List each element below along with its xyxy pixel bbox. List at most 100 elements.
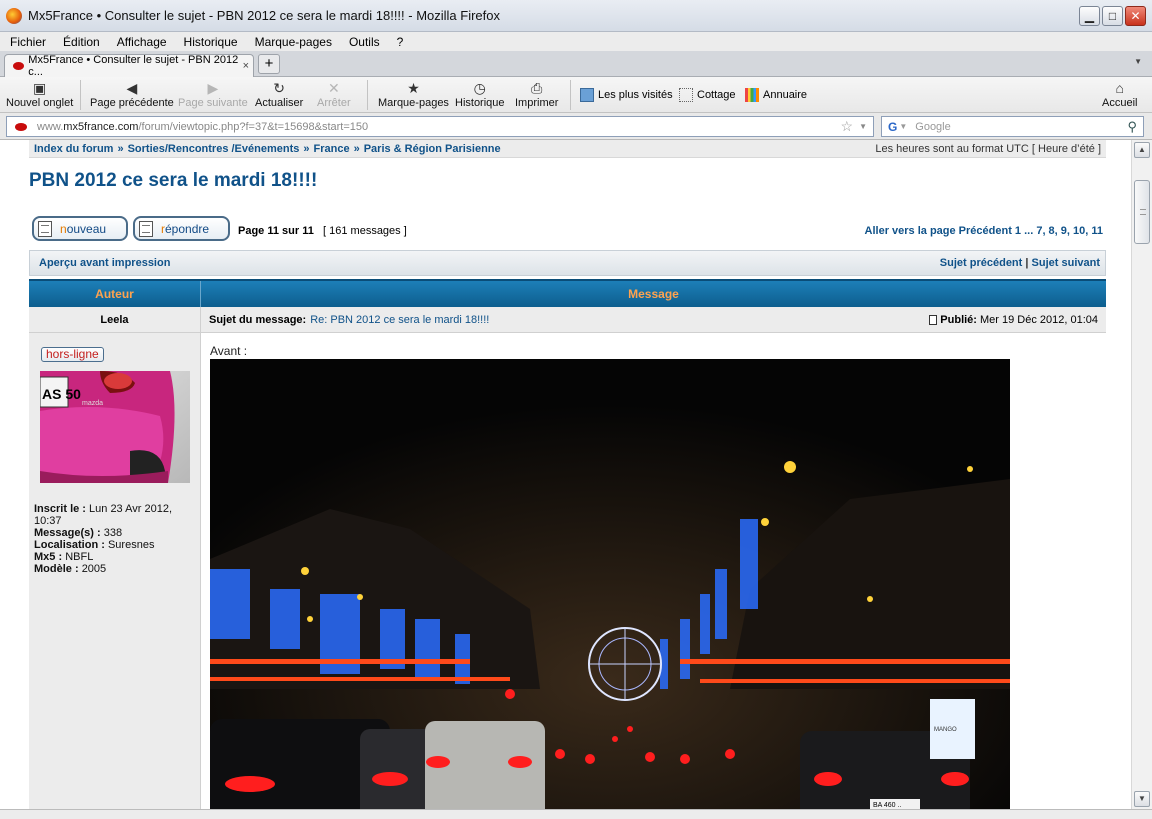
menu-fichier[interactable]: Fichier [0, 35, 53, 49]
new-tab-toolbar-button[interactable]: ▣ Nouvel onglet [6, 80, 73, 109]
status-bar [0, 809, 1152, 819]
reply-button[interactable]: r épondre [133, 216, 230, 241]
post-image[interactable]: MANGO BA 460 .. [210, 359, 1010, 809]
post-message: Avant : MANGO BA 460 .. [201, 333, 1106, 809]
search-placeholder: Google [915, 120, 951, 133]
site-favicon-icon [13, 62, 25, 70]
back-arrow-icon: ◀ [126, 80, 138, 96]
history-button[interactable]: ◷ Historique [455, 80, 505, 109]
post-body-row: hors-ligne AS 50 mazda Inscrit le: Lun … [29, 333, 1106, 809]
bookmark-most-visited[interactable]: Les plus visités [580, 88, 673, 102]
url-toolbar: www. mx5france.com/forum/viewtopic.php?f=… [0, 113, 1152, 140]
navigation-toolbar: ▣ Nouvel onglet ◀ Page précédente ▶ Page su… [0, 77, 1152, 113]
close-window-button[interactable]: ✕ [1125, 6, 1146, 26]
photo-plate-text: BA 460 .. [873, 802, 901, 809]
grip-icon [1140, 209, 1146, 215]
maximize-button[interactable]: □ [1102, 6, 1123, 26]
scroll-down-icon[interactable]: ▼ [1134, 791, 1150, 807]
bookmark-annuaire[interactable]: Annuaire [745, 88, 807, 102]
menu-help[interactable]: ? [387, 35, 411, 49]
post-icon[interactable] [929, 314, 938, 325]
scroll-up-icon[interactable]: ▲ [1134, 142, 1150, 158]
post-text: Avant : [210, 344, 248, 358]
post-subject-link[interactable]: Re: PBN 2012 ce sera le mardi 18!!!! [310, 314, 489, 326]
post-author[interactable]: Leela [29, 307, 201, 332]
engine-dropdown-icon[interactable]: ▼ [899, 122, 907, 131]
menu-historique[interactable]: Historique [174, 35, 245, 49]
breadcrumb-paris[interactable]: Paris & Région Parisienne [364, 143, 501, 155]
reload-icon: ↻ [273, 80, 286, 96]
posts-header: Auteur Message [29, 279, 1106, 307]
bookmark-cottage[interactable]: Cottage [679, 88, 736, 102]
window-title: Mx5France • Consulter le sujet - PBN 201… [28, 8, 501, 23]
scrollbar-thumb[interactable] [1134, 180, 1150, 244]
stop-icon: ✕ [327, 80, 340, 96]
url-dropdown-icon[interactable]: ▼ [859, 122, 867, 131]
menu-edition[interactable]: Édition [53, 35, 107, 49]
window-titlebar: Mx5France • Consulter le sujet - PBN 201… [0, 0, 1152, 32]
col-message: Message [628, 287, 679, 301]
avatar: AS 50 mazda [40, 371, 190, 483]
search-icon[interactable]: ⚲ [1127, 119, 1137, 135]
next-topic-link[interactable]: Sujet suivant [1032, 257, 1100, 269]
tab-title: Mx5France • Consulter le sujet - PBN 201… [28, 54, 239, 78]
author-profile: hors-ligne AS 50 mazda Inscrit le: Lun … [29, 333, 201, 809]
printer-icon: ⎙ [531, 80, 543, 96]
forum-page: Index du forum » Sorties/Rencontres /Evé… [29, 140, 1106, 809]
print-view-link[interactable]: Aperçu avant impression [39, 257, 170, 269]
forward-button[interactable]: ▶ Page suivante [178, 80, 248, 109]
bookmark-star-icon[interactable]: ☆ [841, 118, 854, 135]
prev-topic-link[interactable]: Sujet précédent [940, 257, 1023, 269]
sign-text: MANGO [934, 727, 957, 733]
tab-close-icon[interactable]: × [243, 60, 249, 72]
stop-button[interactable]: ✕ Arrêter [317, 80, 351, 109]
document-icon [139, 220, 153, 237]
annuaire-icon [745, 88, 759, 102]
tab-active[interactable]: Mx5France • Consulter le sujet - PBN 201… [4, 54, 254, 78]
pagination[interactable]: Aller vers la page Précédent 1 ... 7, 8,… [865, 225, 1103, 237]
menu-outils[interactable]: Outils [339, 35, 387, 49]
back-button[interactable]: ◀ Page précédente [90, 80, 174, 109]
post-date: Publié: Mer 19 Déc 2012, 01:04 [929, 314, 1098, 326]
toolbar-separator [570, 80, 571, 110]
search-bar[interactable]: G ▼ Google ⚲ [881, 116, 1144, 137]
breadcrumb: Index du forum » Sorties/Rencontres /Evé… [29, 140, 1106, 158]
bookmark-star-icon: ★ [407, 80, 420, 96]
list-tabs-icon[interactable]: ▼ [1134, 57, 1142, 66]
menu-bar: Fichier Édition Affichage Historique Mar… [0, 32, 1152, 51]
page-info: Page 11 sur 11 [ 161 messages ] [238, 225, 407, 237]
vertical-scrollbar[interactable]: ▲ ▼ [1131, 140, 1152, 809]
site-favicon-icon [15, 122, 27, 131]
page-icon [679, 88, 693, 102]
breadcrumb-index[interactable]: Index du forum [34, 143, 113, 155]
most-visited-icon [580, 88, 594, 102]
url-bar[interactable]: www. mx5france.com/forum/viewtopic.php?f=… [6, 116, 874, 137]
home-button[interactable]: ⌂ Accueil [1102, 80, 1137, 109]
timezone-note: Les heures sont au format UTC [ Heure d’… [875, 142, 1101, 155]
topic-nav-row: Aperçu avant impression Sujet précédent … [29, 250, 1106, 276]
page-title[interactable]: PBN 2012 ce sera le mardi 18!!!! [29, 170, 317, 192]
breadcrumb-sorties[interactable]: Sorties/Rencontres /Evénements [128, 143, 300, 155]
profile-details: Inscrit le : Lun 23 Avr 2012, 10:37 Mess… [34, 503, 173, 575]
bookmarks-button[interactable]: ★ Marque-pages [378, 80, 449, 109]
print-button[interactable]: ⎙ Imprimer [515, 80, 558, 109]
breadcrumb-france[interactable]: France [314, 143, 350, 155]
menu-affichage[interactable]: Affichage [107, 35, 174, 49]
new-tab-button[interactable]: + [258, 54, 280, 74]
clock-icon: ◷ [473, 80, 486, 96]
new-topic-button[interactable]: n ouveau [32, 216, 128, 241]
reload-button[interactable]: ↻ Actualiser [255, 80, 303, 109]
brand-text: mazda [82, 400, 103, 407]
tab-bar: Mx5France • Consulter le sujet - PBN 201… [0, 51, 1152, 78]
minimize-button[interactable]: ▁ [1079, 6, 1100, 26]
document-icon [38, 220, 52, 237]
col-author: Auteur [29, 281, 201, 307]
new-tab-icon: ▣ [33, 80, 47, 96]
toolbar-separator [367, 80, 368, 110]
forward-arrow-icon: ▶ [207, 80, 219, 96]
google-engine-icon[interactable]: G [888, 120, 897, 134]
post-subject: Sujet du message: Re: PBN 2012 ce sera l… [209, 313, 1098, 326]
home-icon: ⌂ [1115, 80, 1124, 96]
plate-text: AS 50 [42, 386, 81, 402]
menu-marque-pages[interactable]: Marque-pages [245, 35, 339, 49]
